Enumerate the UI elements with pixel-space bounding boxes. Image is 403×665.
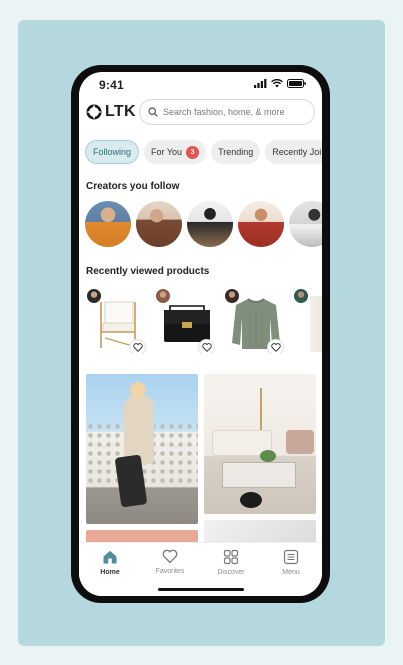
tab-bar: Home Favorites Discover Menu [79,542,322,596]
creator-avatar [86,288,102,304]
favorite-button[interactable] [198,339,215,354]
search-placeholder: Search fashion, home, & more [163,107,285,117]
signal-icon [254,79,267,88]
handbag-image [164,305,210,342]
ltk-logo-icon [86,104,102,120]
logo-text: LTK [105,103,136,120]
chip-following[interactable]: Following [85,140,140,164]
tab-discover[interactable]: Discover [201,549,261,576]
ltk-logo[interactable]: LTK [86,103,136,121]
status-time: 9:41 [99,78,124,92]
post-lamp [260,388,262,434]
app-screen: 9:41 LTK Search fashion, home, & more Fo… [79,72,322,596]
tab-label: Discover [217,569,245,576]
product-card-partial[interactable] [293,288,322,354]
post-card-fashion[interactable] [86,374,198,524]
chip-label: Following [93,147,132,157]
tab-label: Home [100,569,120,576]
post-vase [240,492,262,508]
creator-avatar [293,288,309,304]
post-feed [79,374,322,544]
post-person [124,396,154,464]
battery-icon [287,79,306,88]
tab-favorites[interactable]: Favorites [140,549,200,575]
creators-section-title: Creators you follow [86,181,180,192]
post-coffee-table [222,462,296,488]
filter-chips: Following For You 3 Trending Recently Jo… [85,140,322,164]
tab-home[interactable]: Home [80,549,140,576]
status-bar: 9:41 [79,72,322,96]
creator-avatar [224,288,240,304]
product-card-sweater[interactable] [224,288,284,354]
chip-trending[interactable]: Trending [211,140,261,164]
heart-icon [270,343,281,352]
products-section-title: Recently viewed products [86,266,210,277]
product-card-chair[interactable] [86,288,146,354]
favorite-button[interactable] [267,339,284,354]
status-icons [254,79,306,88]
chip-label: Trending [218,147,254,157]
tab-label: Favorites [155,568,185,575]
search-input[interactable]: Search fashion, home, & more [139,99,315,125]
post-card-partial[interactable] [204,520,316,544]
tab-menu[interactable]: Menu [261,549,321,576]
product-card-handbag[interactable] [155,288,215,354]
chip-label: Recently Joi [272,147,322,157]
creator-avatar[interactable] [85,201,131,247]
heart-icon [132,343,143,352]
post-card-home[interactable] [204,374,316,514]
home-indicator[interactable] [158,588,244,591]
chip-label: For You [151,147,183,157]
chip-for-you[interactable]: For You 3 [144,140,207,164]
creators-row [85,201,322,247]
notification-badge: 3 [186,145,200,159]
post-plant [260,450,276,462]
search-icon [148,107,158,117]
creator-avatar[interactable] [289,201,322,247]
chip-recently-joined[interactable]: Recently Joi [265,140,322,164]
products-row [86,288,322,354]
home-icon [103,550,117,564]
grid-icon [223,549,239,565]
menu-icon [283,549,299,565]
post-person-head [130,382,146,398]
post-armchair [286,430,314,454]
heart-icon [162,549,178,564]
product-image [299,296,322,352]
creator-avatar [155,288,171,304]
creator-avatar[interactable] [187,201,233,247]
favorite-button[interactable] [129,339,146,354]
heart-icon [201,343,212,352]
creator-avatar[interactable] [238,201,284,247]
creator-avatar[interactable] [136,201,182,247]
wifi-icon [271,79,283,88]
app-header: LTK Search fashion, home, & more [79,98,322,128]
tab-label: Menu [282,569,300,576]
